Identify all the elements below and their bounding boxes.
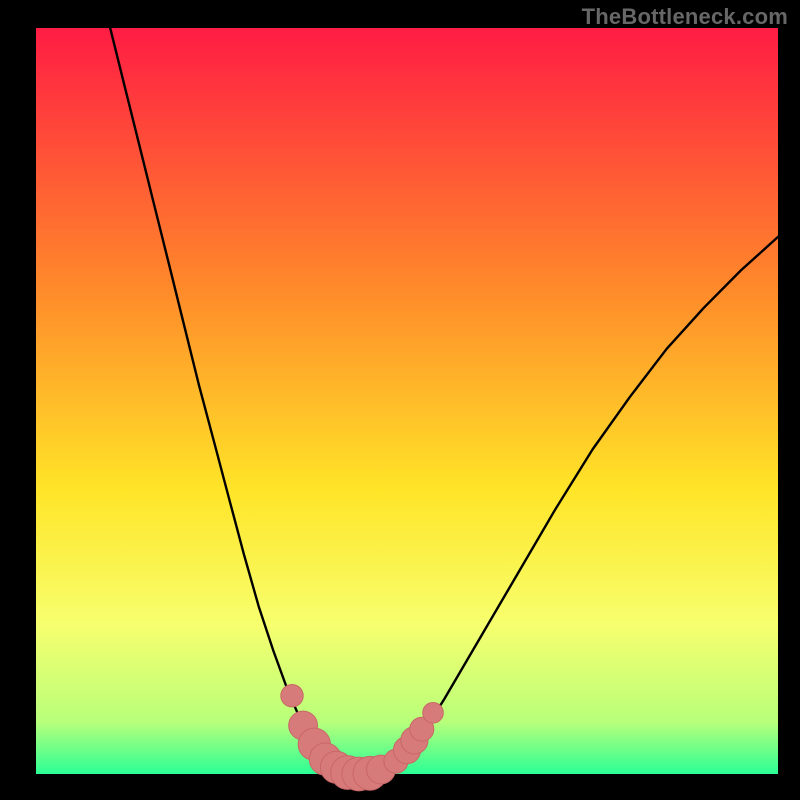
plot-background: [36, 28, 778, 774]
watermark-text: TheBottleneck.com: [582, 4, 788, 30]
curve-marker: [423, 703, 444, 724]
bottleneck-chart: [0, 0, 800, 800]
curve-marker: [281, 685, 303, 707]
chart-stage: TheBottleneck.com: [0, 0, 800, 800]
